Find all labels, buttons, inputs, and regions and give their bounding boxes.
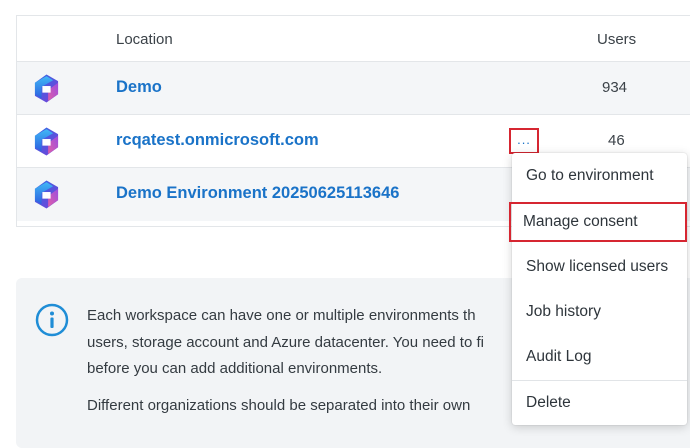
info-line: before you can add additional environmen… (87, 360, 383, 377)
menu-item-manage-consent[interactable]: Manage consent (509, 202, 687, 242)
m365-logo-icon (34, 74, 59, 103)
table-header: Location Users (17, 16, 690, 62)
m365-logo-icon (34, 180, 59, 209)
info-icon (35, 303, 69, 337)
column-header-location[interactable]: Location (116, 31, 173, 48)
environment-link[interactable]: Demo Environment 20250625113646 (116, 184, 399, 203)
more-options-button[interactable]: ... (509, 128, 539, 154)
table-row: Demo 934 (17, 62, 690, 115)
menu-item-go-to-environment[interactable]: Go to environment (512, 156, 687, 196)
info-line: Each workspace can have one or multiple … (87, 307, 476, 324)
info-line: users, storage account and Azure datacen… (87, 333, 484, 351)
user-count: 46 (608, 132, 625, 149)
menu-item-delete[interactable]: Delete (512, 383, 687, 423)
menu-divider (512, 380, 687, 381)
environment-link[interactable]: Demo (116, 78, 162, 97)
menu-item-job-history[interactable]: Job history (512, 292, 687, 332)
m365-logo-icon (34, 127, 59, 156)
user-count: 934 (602, 79, 628, 96)
environment-link[interactable]: rcqatest.onmicrosoft.com (116, 131, 319, 150)
context-menu: Go to environment Manage consent Show li… (509, 153, 687, 425)
menu-item-show-licensed-users[interactable]: Show licensed users (512, 247, 687, 287)
menu-item-audit-log[interactable]: Audit Log (512, 337, 687, 377)
ellipsis-icon: ... (517, 131, 531, 147)
column-header-users[interactable]: Users (597, 31, 636, 48)
